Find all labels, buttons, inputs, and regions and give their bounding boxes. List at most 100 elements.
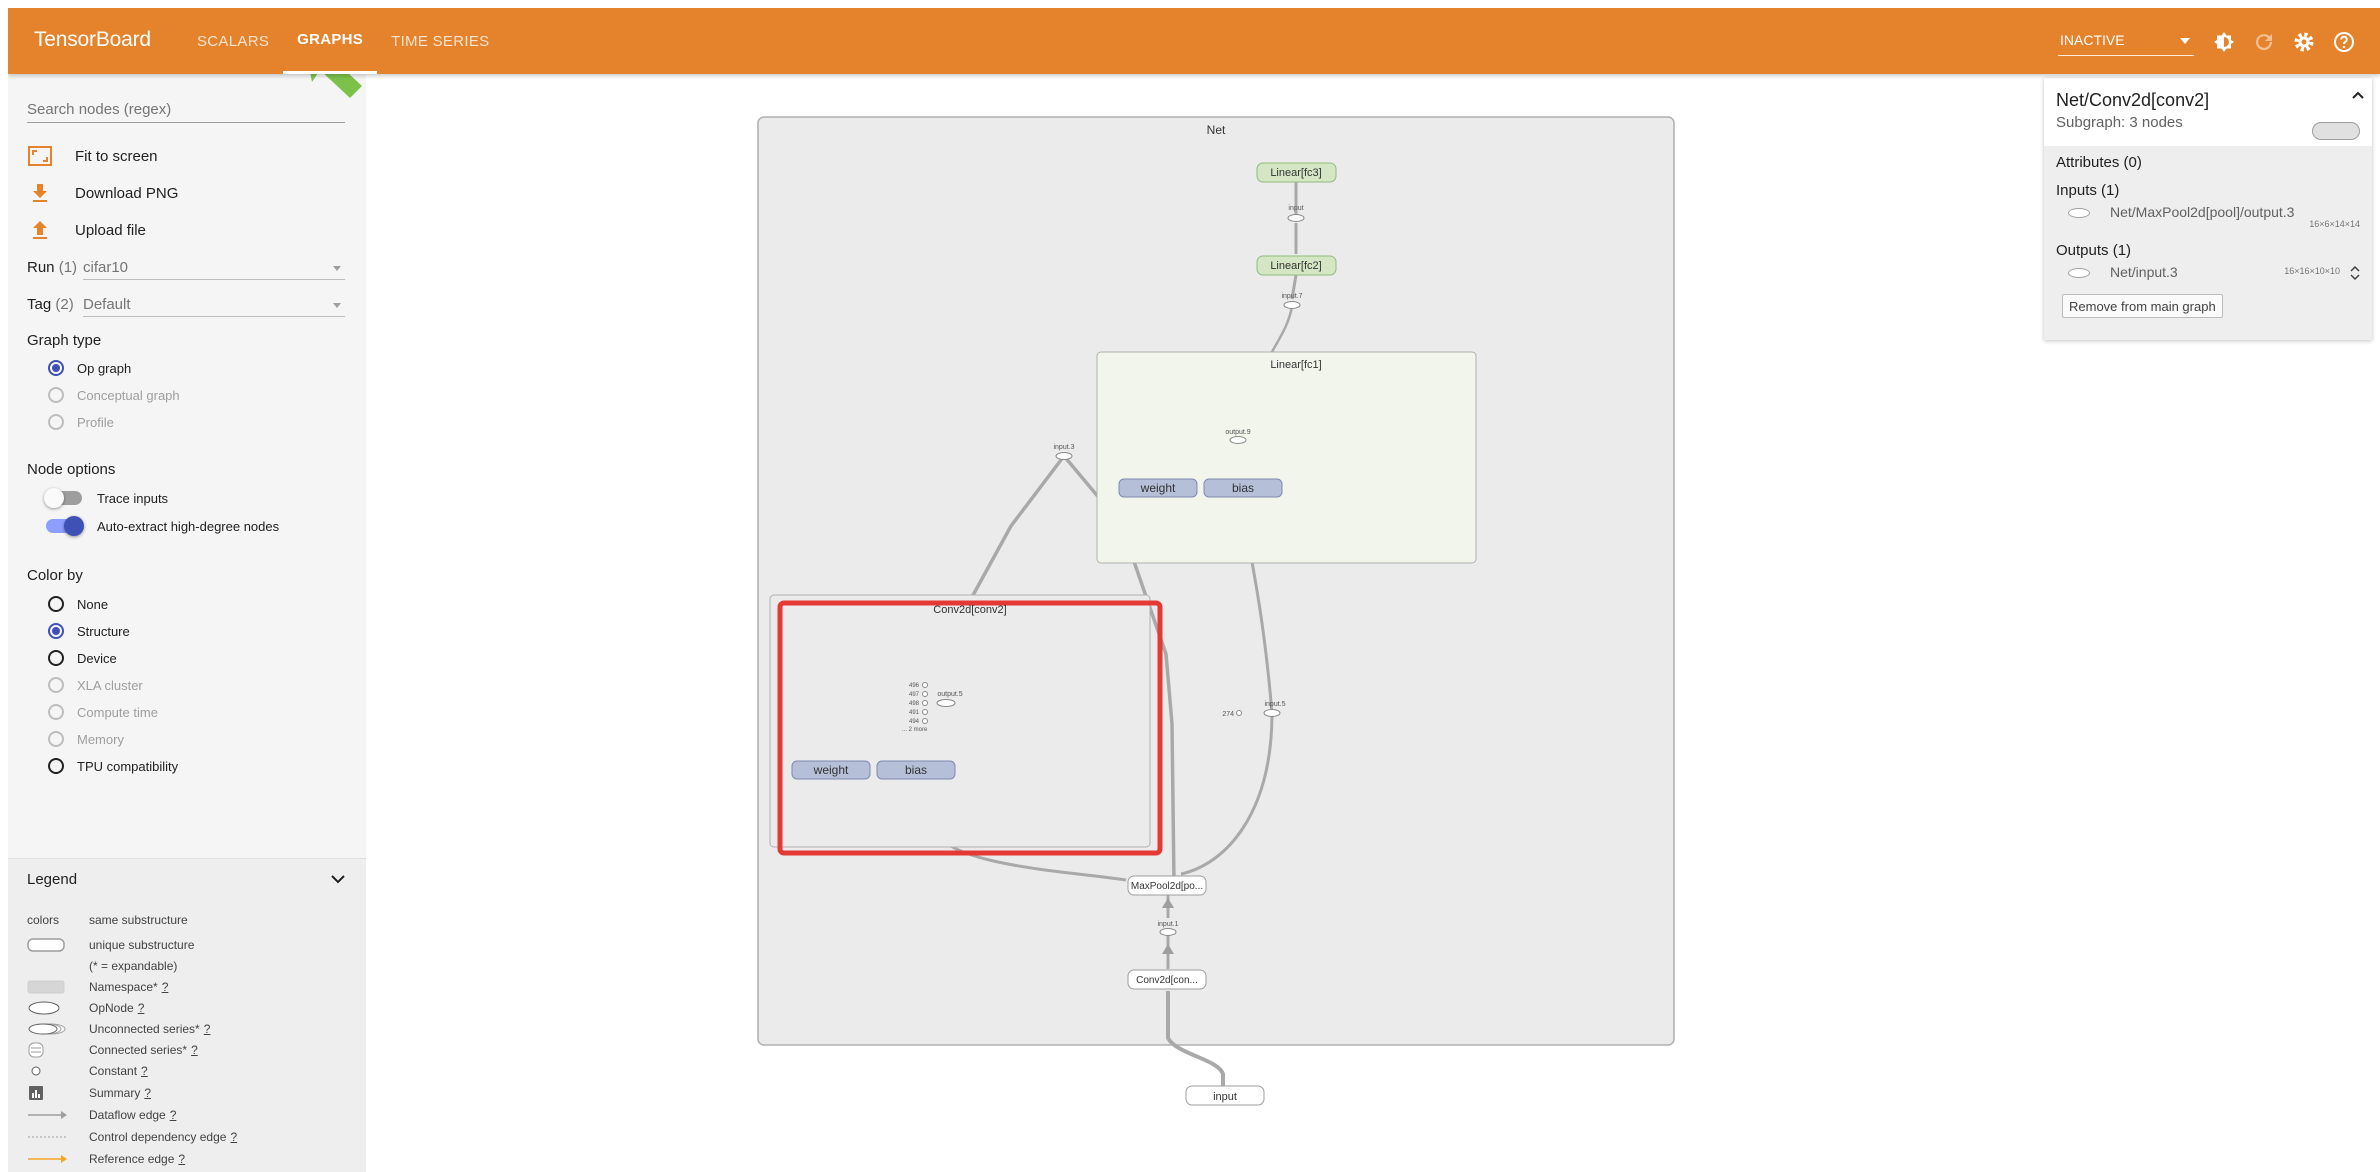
- remove-from-main-graph-button[interactable]: Remove from main graph: [2062, 294, 2223, 318]
- nav-tabs: SCALARS GRAPHS TIME SERIES: [183, 8, 503, 74]
- chevron-down-icon[interactable]: [330, 873, 346, 885]
- sidebar: Search nodes (regex) Fit to screen Downl…: [8, 74, 366, 1172]
- legend-opnode: OpNode?: [27, 1000, 144, 1016]
- input-item[interactable]: Net/MaxPool2d[pool]/output.3 16×6×14×14: [2056, 202, 2364, 229]
- input-name: Net/MaxPool2d[pool]/output.3: [2110, 204, 2295, 220]
- search-nodes-input[interactable]: Search nodes (regex): [27, 101, 345, 123]
- settings-icon[interactable]: [2292, 30, 2316, 54]
- radio-color-xla-cluster[interactable]: XLA cluster: [48, 675, 143, 695]
- tensorboard-window: TensorBoard SCALARS GRAPHS TIME SERIES I…: [8, 8, 2380, 1172]
- fit-screen-icon: [27, 145, 53, 167]
- radio-color-none[interactable]: None: [48, 594, 108, 614]
- radio-profile[interactable]: Profile: [48, 412, 114, 432]
- upload-icon: [27, 219, 53, 241]
- input-shape: 16×6×14×14: [2309, 219, 2360, 229]
- radio-color-device[interactable]: Device: [48, 648, 117, 668]
- run-status-select[interactable]: INACTIVE: [2058, 26, 2194, 56]
- legend-colors-label: colors: [27, 913, 60, 927]
- inputs-title: Inputs (1): [2056, 182, 2120, 199]
- help-icon[interactable]: [2332, 30, 2356, 54]
- radio-color-memory[interactable]: Memory: [48, 729, 124, 749]
- legend-unique: unique substructure: [27, 937, 194, 953]
- const-more-label: ... 2 more: [902, 727, 928, 733]
- download-icon: [27, 182, 53, 204]
- radio-conceptual-graph[interactable]: Conceptual graph: [48, 385, 180, 405]
- op-input-7[interactable]: [1283, 301, 1301, 309]
- node-info-card: Net/Conv2d[conv2] Subgraph: 3 nodes Attr…: [2044, 78, 2372, 340]
- expand-toggle-icon[interactable]: [2348, 264, 2362, 282]
- namespace-linear-fc1[interactable]: [1096, 351, 1477, 564]
- connected-series-icon: [27, 1042, 87, 1058]
- op-input-7-label: input.7: [1281, 293, 1302, 300]
- info-card-title: Net/Conv2d[conv2]: [2056, 90, 2210, 110]
- run-dropdown[interactable]: cifar10: [83, 256, 345, 280]
- op-input-top[interactable]: [1287, 214, 1305, 222]
- op-input-3-label: input.3: [1053, 444, 1074, 451]
- radio-color-tpu[interactable]: TPU compatibility: [48, 756, 178, 776]
- namespace-conv2d-conv2-label: Conv2d[conv2]: [933, 604, 1006, 616]
- radio-op-graph[interactable]: Op graph: [48, 358, 131, 378]
- download-png-button[interactable]: Download PNG: [27, 181, 178, 205]
- trace-inputs-toggle[interactable]: Trace inputs: [44, 488, 168, 508]
- legend-unconnected-series: Unconnected series*?: [27, 1021, 210, 1037]
- legend-reference-edge: Reference edge?: [27, 1151, 185, 1167]
- upload-file-label: Upload file: [75, 221, 146, 239]
- color-by-title: Color by: [27, 567, 83, 584]
- run-selector: Run (1) cifar10: [27, 256, 345, 282]
- legend-summary: Summary?: [27, 1085, 151, 1101]
- node-fc1-weight-label: weight: [1140, 481, 1176, 495]
- op-input-top-label: input: [1288, 205, 1303, 212]
- namespace-net[interactable]: [757, 116, 1675, 1046]
- legend-title: Legend: [27, 871, 78, 888]
- const-274-label: 274: [1222, 711, 1234, 718]
- radio-color-compute-time[interactable]: Compute time: [48, 702, 158, 722]
- dataflow-edge-icon: [27, 1107, 87, 1123]
- namespace-icon: [27, 979, 87, 995]
- summary-icon: [27, 1085, 87, 1101]
- tab-time-series[interactable]: TIME SERIES: [377, 8, 503, 74]
- op-input-1[interactable]: [1159, 928, 1177, 936]
- legend-dataflow-edge: Dataflow edge?: [27, 1107, 176, 1123]
- tag-count: (2): [55, 296, 74, 313]
- tab-scalars[interactable]: SCALARS: [183, 8, 283, 74]
- auto-extract-toggle[interactable]: Auto-extract high-degree nodes: [46, 516, 279, 536]
- chevron-down-icon: [333, 303, 341, 308]
- attributes-title: Attributes (0): [2056, 154, 2142, 171]
- node-conv2d-conv1-label: Conv2d[con...: [1136, 975, 1198, 986]
- output-item[interactable]: Net/input.3 16×16×10×10: [2056, 262, 2364, 284]
- op-input-5[interactable]: [1263, 709, 1281, 717]
- legend-panel: Legend colors same substructure unique s…: [8, 858, 366, 1172]
- brightness-icon[interactable]: [2212, 30, 2236, 54]
- const-497-label: 497: [909, 692, 920, 698]
- tag-dropdown[interactable]: Default: [83, 293, 345, 317]
- refresh-icon[interactable]: [2252, 30, 2276, 54]
- net-label: Net: [1207, 123, 1226, 137]
- radio-color-structure[interactable]: Structure: [48, 621, 130, 641]
- download-png-label: Download PNG: [75, 184, 179, 202]
- const-491-label: 491: [909, 710, 920, 716]
- op-output-9[interactable]: [1229, 436, 1247, 444]
- tab-graphs[interactable]: GRAPHS: [283, 8, 378, 74]
- node-options-title: Node options: [27, 461, 116, 478]
- op-input-1-label: input.1: [1157, 921, 1178, 928]
- upload-file-button[interactable]: Upload file: [27, 218, 146, 242]
- run-status-value: INACTIVE: [2060, 32, 2125, 48]
- chevron-down-icon: [333, 266, 341, 271]
- opnode-icon: [2068, 208, 2090, 218]
- output-shape: 16×16×10×10: [2284, 266, 2340, 276]
- run-value: cifar10: [83, 259, 129, 276]
- legend-connected-series: Connected series*?: [27, 1042, 198, 1058]
- unconnected-series-icon: [27, 1021, 87, 1037]
- const-498-label: 498: [909, 701, 920, 707]
- run-count: (1): [58, 259, 78, 276]
- chevron-up-icon[interactable]: [2352, 90, 2364, 100]
- run-label: Run: [27, 259, 55, 276]
- namespace-conv2d-conv2[interactable]: [769, 594, 1151, 848]
- const-274[interactable]: [1236, 710, 1242, 716]
- fit-to-screen-button[interactable]: Fit to screen: [27, 144, 158, 168]
- top-app-bar: TensorBoard SCALARS GRAPHS TIME SERIES I…: [8, 8, 2380, 74]
- node-maxpool-label: MaxPool2d[po...: [1131, 881, 1203, 892]
- tag-value: Default: [83, 296, 131, 313]
- op-output-5[interactable]: [936, 699, 956, 707]
- op-input-3[interactable]: [1055, 452, 1073, 460]
